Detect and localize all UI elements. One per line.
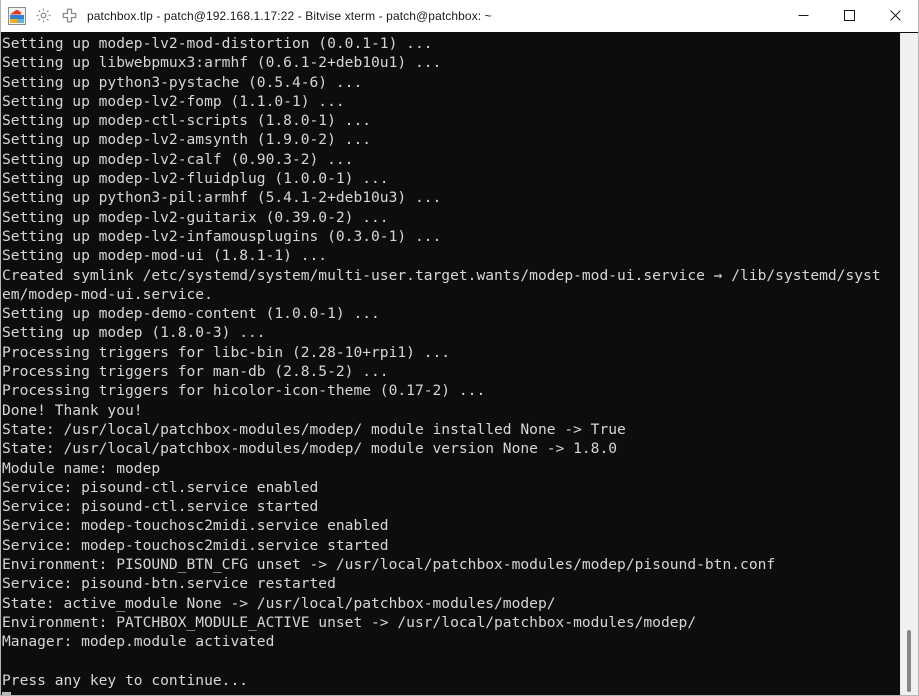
terminal-line: State: /usr/local/patchbox-modules/modep… (2, 440, 618, 458)
terminal-line: Service: pisound-ctl.service enabled (2, 478, 319, 496)
block-cursor (2, 690, 900, 695)
terminal-line: Setting up python3-pystache (0.5.4-6) ..… (2, 73, 363, 91)
terminal-line: Environment: PATCHBOX_MODULE_ACTIVE unse… (2, 613, 697, 631)
terminal-line: Setting up modep-lv2-guitarix (0.39.0-2)… (2, 208, 389, 226)
app-logo-icon (5, 4, 29, 28)
terminal-line: Setting up modep-lv2-calf (0.90.3-2) ... (2, 150, 354, 168)
gear-icon[interactable] (31, 4, 55, 28)
terminal-line: Setting up modep-lv2-mod-distortion (0.0… (2, 35, 433, 52)
terminal-line: Setting up modep-ctl-scripts (1.8.0-1) .… (2, 112, 372, 130)
maximize-icon[interactable] (826, 0, 872, 31)
terminal-line: Setting up modep-lv2-fluidplug (1.0.0-1)… (2, 170, 389, 188)
terminal-line: Setting up modep-lv2-amsynth (1.9.0-2) .… (2, 131, 372, 149)
terminal-line: Press any key to continue... (2, 671, 249, 689)
terminal-output[interactable]: Setting up modep-lv2-mod-distortion (0.0… (1, 33, 900, 695)
terminal-window: patchbox.tlp - patch@192.168.1.17:22 - B… (0, 0, 919, 696)
minimize-icon[interactable] (780, 0, 826, 31)
window-controls (780, 0, 918, 31)
scrollbar-thumb[interactable] (907, 630, 911, 692)
titlebar-icon-group (1, 4, 81, 28)
title-bar[interactable]: patchbox.tlp - patch@192.168.1.17:22 - B… (1, 0, 918, 32)
terminal-line: Created symlink /etc/systemd/system/mult… (2, 266, 881, 284)
terminal-screen: Setting up modep-lv2-mod-distortion (0.0… (1, 33, 900, 695)
vertical-scrollbar[interactable] (900, 33, 918, 695)
terminal-line: Environment: PISOUND_BTN_CFG unset -> /u… (2, 556, 776, 574)
window-title: patchbox.tlp - patch@192.168.1.17:22 - B… (87, 8, 492, 23)
terminal-line: Processing triggers for hicolor-icon-the… (2, 382, 486, 400)
terminal-line: Setting up modep-lv2-infamousplugins (0.… (2, 227, 442, 245)
terminal-line: Service: pisound-ctl.service started (2, 498, 319, 516)
terminal-line: Service: modep-touchosc2midi.service sta… (2, 536, 389, 554)
terminal-line: Module name: modep (2, 459, 161, 477)
terminal-line: State: active_module None -> /usr/local/… (2, 594, 556, 612)
terminal-area: Setting up modep-lv2-mod-distortion (0.0… (1, 32, 918, 695)
terminal-line: Setting up modep-lv2-fomp (1.1.0-1) ... (2, 92, 345, 110)
terminal-line: Done! Thank you! (2, 401, 143, 419)
terminal-line: State: /usr/local/patchbox-modules/modep… (2, 420, 626, 438)
terminal-line: Service: modep-touchosc2midi.service ena… (2, 517, 389, 535)
terminal-line: Setting up modep-mod-ui (1.8.1-1) ... (2, 247, 328, 265)
terminal-line: Service: pisound-btn.service restarted (2, 575, 336, 593)
terminal-line: Setting up python3-pil:armhf (5.4.1-2+de… (2, 189, 442, 207)
terminal-line: Processing triggers for man-db (2.8.5-2)… (2, 363, 389, 381)
terminal-line: em/modep-mod-ui.service. (2, 285, 213, 303)
terminal-line: Processing triggers for libc-bin (2.28-1… (2, 343, 451, 361)
plus-icon[interactable] (57, 4, 81, 28)
close-icon[interactable] (872, 0, 918, 31)
terminal-line: Setting up libwebpmux3:armhf (0.6.1-2+de… (2, 54, 442, 72)
terminal-line: Setting up modep-demo-content (1.0.0-1) … (2, 305, 380, 323)
terminal-line: Setting up modep (1.8.0-3) ... (2, 324, 266, 342)
terminal-line: Manager: modep.module activated (2, 633, 275, 651)
